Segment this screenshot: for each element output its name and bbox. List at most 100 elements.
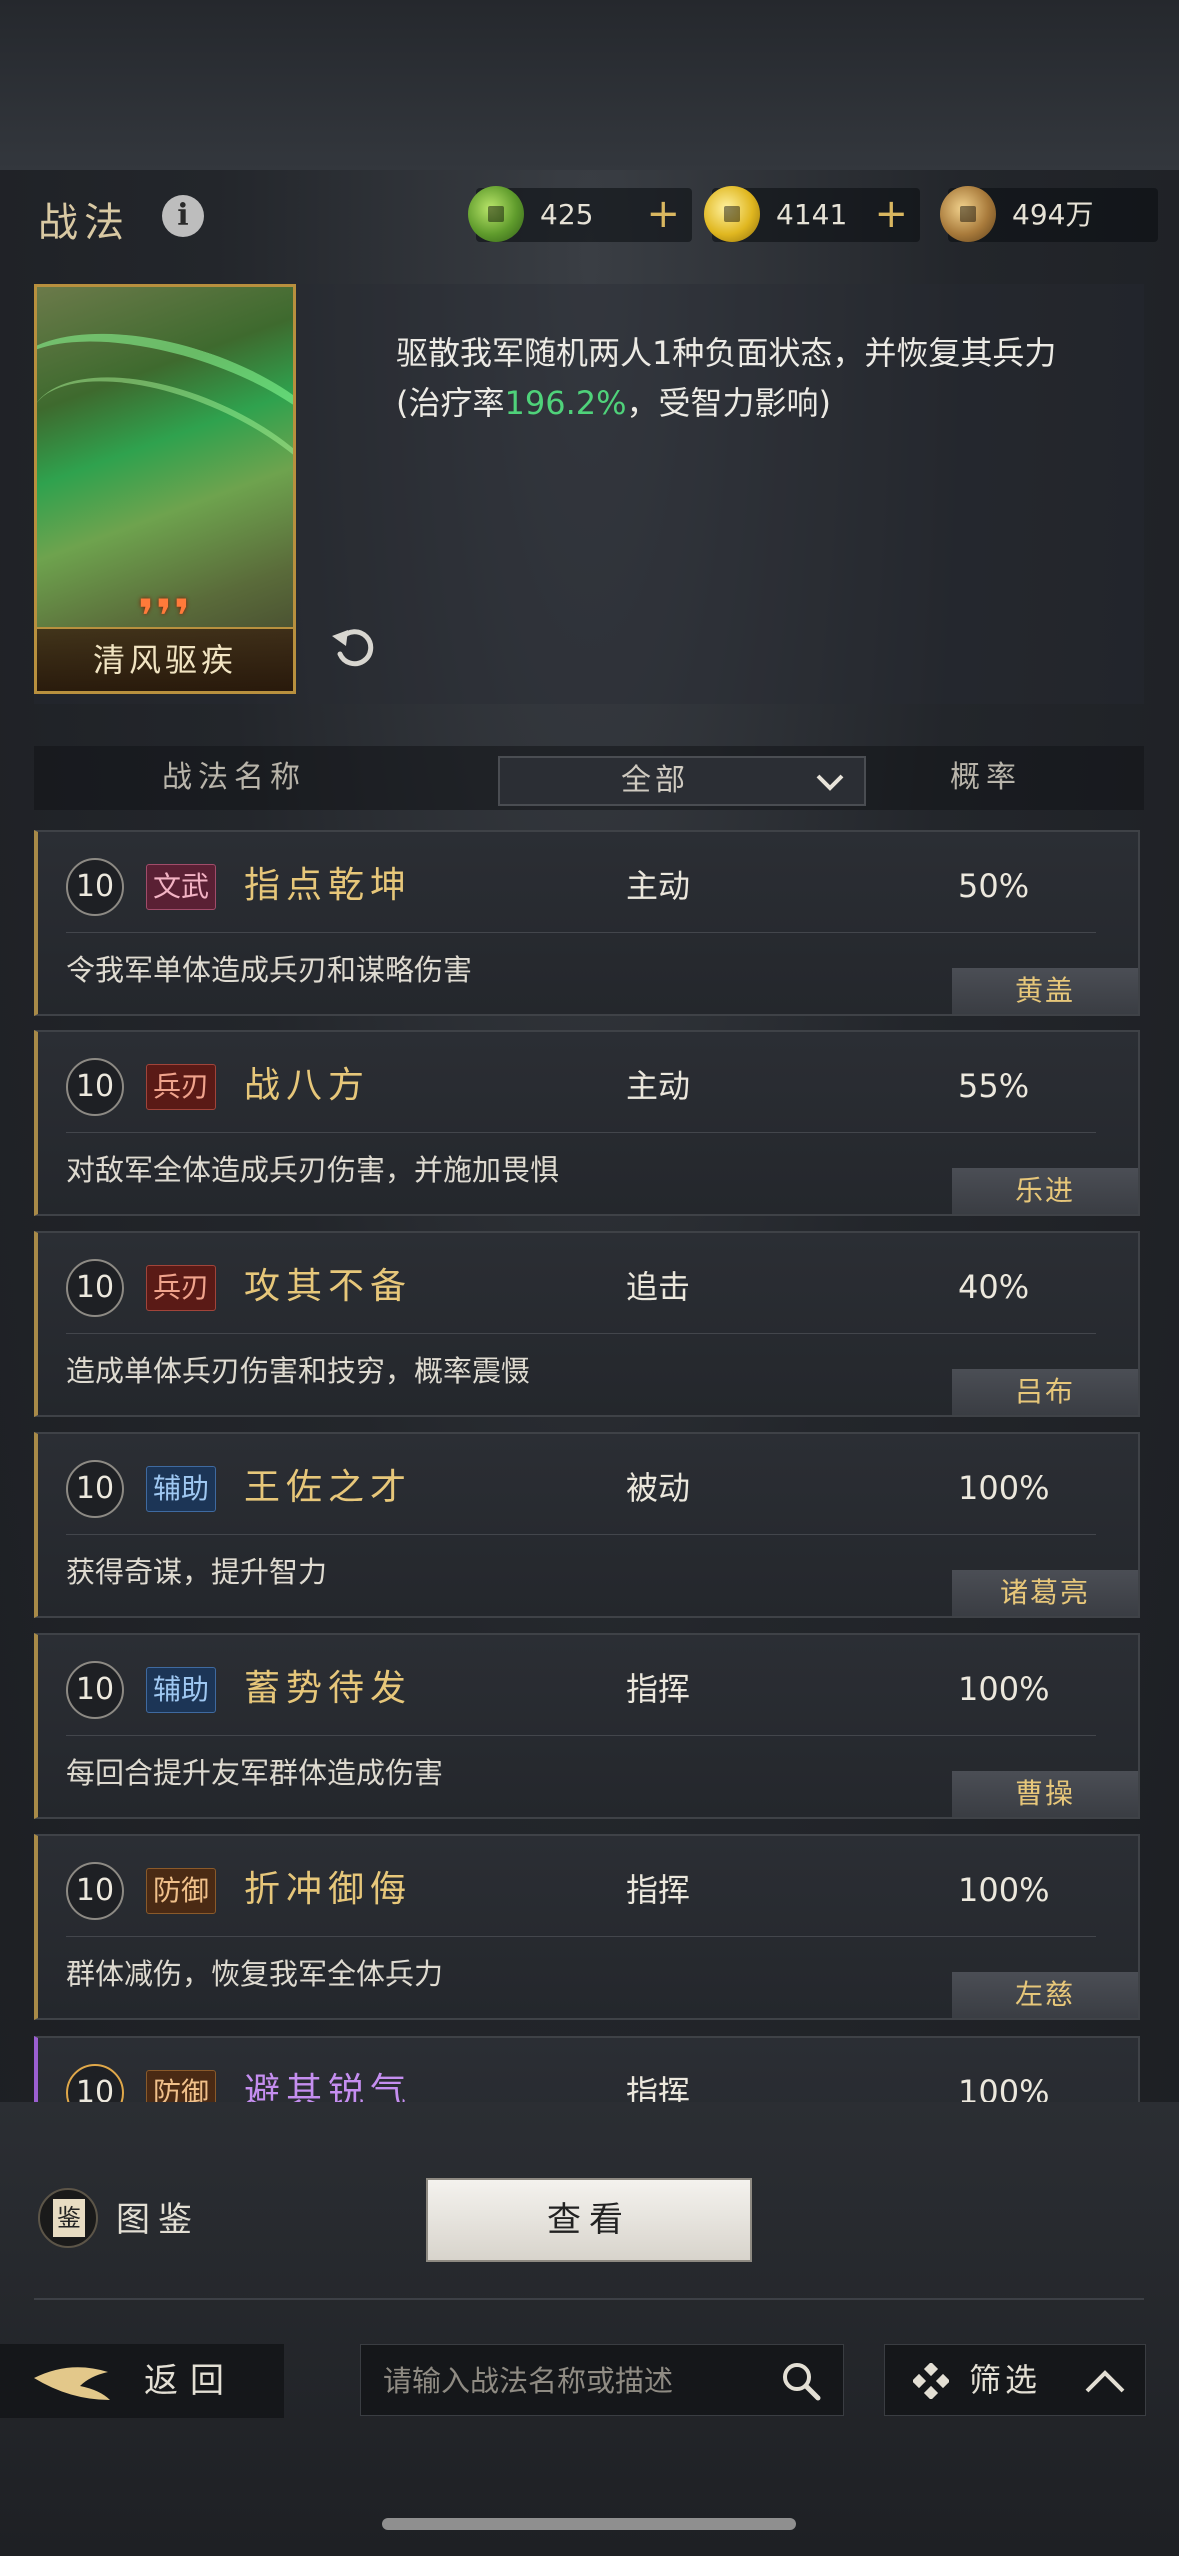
divider — [66, 932, 1096, 933]
skill-description: 驱散我军随机两人1种负面状态，并恢复其兵力(治疗率196.2%，受智力影响) — [396, 334, 1057, 422]
skill-list[interactable]: 10 文武 指点乾坤 主动 50% 令我军单体造成兵刃和谋略伤害 黄盖 10 兵… — [34, 830, 1144, 2102]
back-button[interactable]: 返回 — [0, 2344, 284, 2418]
skill-name: 蓄势待发 — [244, 1668, 413, 1709]
skill-row[interactable]: 10 辅助 蓄势待发 指挥 100% 每回合提升友军群体造成伤害 曹操 — [34, 1633, 1140, 1819]
jade-coin-icon — [468, 186, 524, 242]
skill-card-name: 清风驱疾 — [37, 627, 293, 691]
divider — [66, 1333, 1096, 1334]
skill-type: 指挥 — [626, 1670, 691, 1708]
skill-row[interactable]: 10 防御 折冲御侮 指挥 100% 群体减伤，恢复我军全体兵力 左慈 — [34, 1834, 1140, 2020]
skill-name: 避其锐气 — [244, 2071, 413, 2102]
list-header: 战法名称 全部 概率 — [34, 746, 1144, 810]
skill-row[interactable]: 10 兵刃 攻其不备 追击 40% 造成单体兵刃伤害和技穷，概率震慑 吕布 — [34, 1231, 1140, 1417]
skill-level: 10 — [66, 1661, 124, 1719]
chevron-down-icon — [816, 774, 844, 791]
hero-name-badge: 左慈 — [952, 1972, 1138, 2018]
search-input[interactable] — [381, 2345, 765, 2417]
skill-type: 主动 — [626, 867, 691, 905]
bottom-panel — [0, 2102, 1179, 2556]
divider — [66, 1936, 1096, 1937]
resource-gold: 4141 + — [704, 186, 920, 242]
skill-probability: 100% — [958, 1469, 1050, 1507]
resource-copper-value: 494万 — [1012, 198, 1094, 231]
search-icon[interactable] — [781, 2361, 821, 2401]
page-title: 战法 — [38, 200, 130, 246]
skill-probability: 50% — [958, 867, 1030, 905]
skill-row-description: 群体减伤，恢复我军全体兵力 — [66, 1957, 444, 1991]
skill-type: 追击 — [626, 1268, 691, 1306]
hero-name-badge: 吕布 — [952, 1369, 1138, 1415]
divider — [34, 2298, 1144, 2300]
resource-jade: 425 + — [468, 186, 692, 242]
skill-name: 攻其不备 — [244, 1266, 413, 1307]
skill-probability: 40% — [958, 1268, 1030, 1306]
home-indicator[interactable] — [382, 2518, 796, 2530]
resource-gold-value: 4141 — [776, 198, 848, 231]
back-label: 返回 — [144, 2361, 236, 2401]
filter-diamond-icon — [913, 2363, 949, 2399]
add-jade-button[interactable]: + — [646, 188, 680, 240]
hero-name-badge: 诸葛亮 — [952, 1570, 1138, 1616]
skill-row[interactable]: 10 辅助 王佐之才 被动 100% 获得奇谋，提升智力 诸葛亮 — [34, 1432, 1140, 1618]
view-button[interactable]: 查看 — [426, 2178, 752, 2262]
skill-category-tag: 防御 — [146, 1868, 217, 1914]
add-gold-button[interactable]: + — [874, 188, 908, 240]
skill-type: 主动 — [626, 1067, 691, 1105]
skill-level: 10 — [66, 1058, 124, 1116]
skill-type: 指挥 — [626, 2073, 691, 2102]
skill-category-tag: 兵刃 — [146, 1064, 217, 1110]
skill-probability: 100% — [958, 1871, 1050, 1909]
skill-row[interactable]: 10 文武 指点乾坤 主动 50% 令我军单体造成兵刃和谋略伤害 黄盖 — [34, 830, 1140, 1016]
divider — [66, 1534, 1096, 1535]
skill-probability: 100% — [958, 2073, 1050, 2102]
skill-row-description: 对敌军全体造成兵刃伤害，并施加畏惧 — [66, 1153, 560, 1187]
filter-button[interactable]: 筛选 — [884, 2344, 1146, 2416]
type-filter-dropdown[interactable]: 全部 — [498, 756, 866, 806]
resource-copper: 494万 — [940, 186, 1158, 242]
hero-name-badge: 乐进 — [952, 1168, 1138, 1214]
column-name: 战法名称 — [162, 760, 306, 795]
skill-type: 被动 — [626, 1469, 691, 1507]
skill-probability: 55% — [958, 1067, 1030, 1105]
hero-name-badge: 曹操 — [952, 1771, 1138, 1817]
divider — [66, 1735, 1096, 1736]
atlas-label[interactable]: 图鉴 — [116, 2190, 200, 2250]
skill-row-description: 每回合提升友军群体造成伤害 — [66, 1756, 444, 1790]
search-box[interactable] — [360, 2344, 844, 2417]
skill-category-tag: 辅助 — [146, 1667, 217, 1713]
skill-name: 指点乾坤 — [244, 865, 413, 906]
divider — [66, 1132, 1096, 1133]
skill-row-description: 获得奇谋，提升智力 — [66, 1555, 328, 1589]
resource-jade-value: 425 — [540, 198, 594, 231]
copper-coin-icon — [940, 186, 996, 242]
info-icon[interactable]: i — [162, 195, 204, 237]
skill-row[interactable]: 10 兵刃 战八方 主动 55% 对敌军全体造成兵刃伤害，并施加畏惧 乐进 — [34, 1030, 1140, 1216]
skill-name: 战八方 — [244, 1065, 371, 1106]
skill-row-description: 造成单体兵刃伤害和技穷，概率震慑 — [66, 1354, 531, 1388]
column-probability: 概率 — [950, 760, 1022, 795]
skill-level: 10 — [66, 858, 124, 916]
skill-level: 10 — [66, 1460, 124, 1518]
top-bar-background — [0, 0, 1179, 170]
refresh-icon[interactable] — [328, 620, 380, 672]
skill-name: 王佐之才 — [244, 1467, 413, 1508]
type-filter-value: 全部 — [621, 763, 689, 798]
skill-row-description: 令我军单体造成兵刃和谋略伤害 — [66, 953, 473, 987]
heal-rate: 196.2% — [504, 384, 627, 422]
atlas-icon[interactable] — [38, 2188, 98, 2248]
back-arrow-icon — [34, 2367, 110, 2400]
chevron-up-icon — [1085, 2370, 1125, 2393]
gold-coin-icon — [704, 186, 760, 242]
skill-category-tag: 文武 — [146, 864, 217, 910]
skill-card[interactable]: ❜❜❜ 清风驱疾 — [34, 284, 296, 694]
skill-level: 10 — [66, 1259, 124, 1317]
skill-category-tag: 兵刃 — [146, 1265, 217, 1311]
skill-level: 10 — [66, 1862, 124, 1920]
skill-probability: 100% — [958, 1670, 1050, 1708]
skill-type: 指挥 — [626, 1871, 691, 1909]
skill-row[interactable]: 10 防御 避其锐气 指挥 100% — [34, 2036, 1140, 2102]
skill-category-tag: 防御 — [146, 2070, 217, 2102]
skill-level: 10 — [66, 2064, 124, 2102]
filter-label: 筛选 — [969, 2361, 1042, 2399]
hero-name-badge: 黄盖 — [952, 968, 1138, 1014]
